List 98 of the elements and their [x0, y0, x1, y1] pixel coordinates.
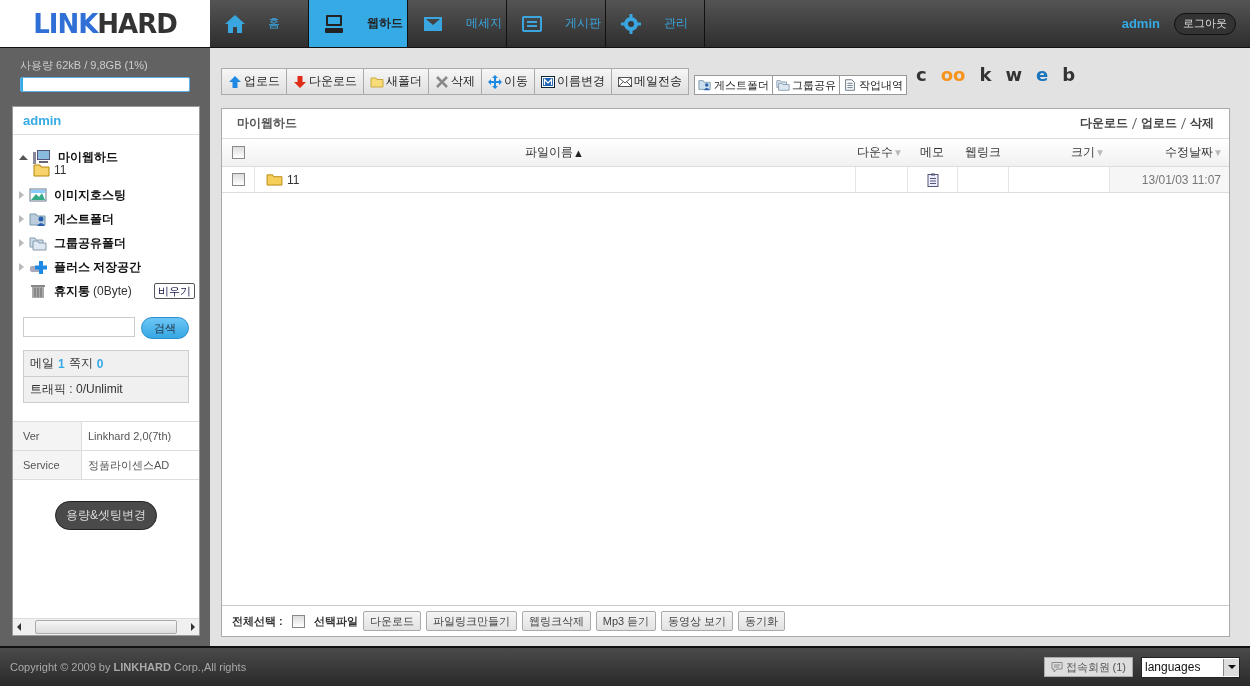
folders-icon: [776, 78, 790, 92]
note-label: 쪽지: [68, 355, 93, 372]
nav-tab[interactable]: 관리: [606, 0, 705, 47]
share-link[interactable]: b: [1062, 64, 1076, 85]
column-header[interactable]: 메모: [907, 139, 957, 166]
selected-files-label: 선택파일: [313, 613, 358, 629]
action-link[interactable]: 다운로드: [1080, 115, 1128, 132]
toolbar-button[interactable]: 이동: [482, 69, 535, 94]
row-checkbox[interactable]: [231, 173, 245, 186]
breadcrumb: 마이웹하드: [237, 115, 297, 132]
collapsed-arrow-icon[interactable]: [19, 215, 24, 223]
action-link[interactable]: 삭제: [1190, 115, 1214, 132]
logout-button[interactable]: 로그아웃: [1174, 12, 1236, 35]
usage-text: 사용량 62kB / 9,8GB (1%): [20, 58, 149, 73]
column-header[interactable]: 크기▼: [1008, 139, 1109, 166]
modified-date: 13/01/03 11:07: [1141, 172, 1221, 187]
search-button[interactable]: 검색: [141, 317, 189, 339]
m-box-icon: [541, 74, 555, 89]
tree-item[interactable]: 그룹공유폴더: [54, 234, 126, 252]
select-all-label: 전체선택 :: [232, 613, 283, 629]
toolbar-button[interactable]: 새폴더: [364, 69, 429, 94]
action-link[interactable]: 업로드: [1141, 115, 1177, 132]
settings-icon: [620, 12, 642, 35]
traffic-text: 트래픽 : 0/Unlimit: [30, 381, 123, 398]
speech-bubble-icon: [1050, 661, 1063, 673]
nav-tab[interactable]: 메세지: [408, 0, 507, 47]
trash-icon: [29, 283, 47, 299]
collapsed-arrow-icon[interactable]: [19, 191, 24, 199]
collapsed-arrow-icon[interactable]: [19, 263, 24, 271]
memo-icon[interactable]: [926, 172, 939, 187]
tree-item[interactable]: 마이웹하드: [58, 148, 118, 166]
toolbar-button[interactable]: 업로드: [222, 69, 287, 94]
action-button[interactable]: 다운로드: [362, 611, 421, 631]
info-value: 정품라이센스AD: [87, 457, 170, 473]
tree-item[interactable]: 플러스 저장공간: [54, 258, 142, 276]
horizontal-scrollbar[interactable]: [13, 618, 199, 635]
monitor-icon: [323, 12, 345, 35]
toolbar-button[interactable]: 이름변경: [535, 69, 612, 94]
column-header[interactable]: 웹링크: [957, 139, 1008, 166]
mail-label: 메일: [30, 355, 54, 372]
up-arrow-icon: [228, 74, 242, 89]
sidebar-username: admin: [13, 107, 199, 135]
toolbar-button[interactable]: 다운로드: [287, 69, 364, 94]
trash-size: (0Byte): [93, 284, 132, 298]
action-button[interactable]: 동기화: [738, 611, 786, 631]
column-header[interactable]: 파일이름▲: [254, 139, 855, 166]
folder-icon: [266, 173, 283, 186]
language-select[interactable]: languages: [1141, 656, 1240, 678]
down-arrow-icon: [293, 74, 307, 89]
tree-item[interactable]: 게스트폴더: [54, 210, 114, 228]
search-field[interactable]: [23, 317, 135, 337]
folder-icon: [33, 162, 51, 178]
action-button[interactable]: Mp3 듣기: [595, 611, 657, 631]
file-name[interactable]: 11: [287, 172, 300, 187]
empty-trash-button[interactable]: 비우기: [154, 283, 195, 299]
tree-item[interactable]: 이미지호스팅: [54, 186, 126, 204]
copyright-text: Copyright © 2009 by LINKHARD Corp.,All rights: [10, 661, 247, 673]
nav-tab[interactable]: 웹하드: [309, 0, 408, 47]
toolbar-button[interactable]: 삭제: [429, 69, 482, 94]
info-value: Linkhard 2,0(7th): [87, 429, 172, 444]
select-all-checkbox[interactable]: [231, 146, 245, 159]
column-header[interactable]: 다운수▼: [855, 139, 907, 166]
delete-icon: [435, 74, 449, 89]
collapsed-arrow-icon[interactable]: [19, 239, 24, 247]
share-link[interactable]: e: [1036, 64, 1049, 85]
action-button[interactable]: 동영상 보기: [661, 611, 734, 631]
tree-item[interactable]: 11: [54, 163, 67, 177]
action-button[interactable]: 파일링크만들기: [425, 611, 517, 631]
column-header[interactable]: 수정날짜▼: [1109, 139, 1229, 166]
group-icon: [29, 235, 47, 251]
username: admin: [1121, 16, 1160, 31]
document-icon: [843, 78, 857, 92]
share-link[interactable]: w: [1005, 64, 1023, 85]
expanded-arrow-icon[interactable]: [19, 154, 28, 160]
guest-icon: [29, 211, 47, 227]
sort-arrow[interactable]: ▲: [573, 146, 584, 159]
picture-icon: [29, 187, 47, 203]
share-link[interactable]: k: [979, 64, 992, 85]
envelope-icon: [618, 74, 632, 89]
info-label: Service: [13, 451, 82, 479]
toolbar-button[interactable]: 작업내역: [840, 76, 906, 94]
info-label: Ver: [13, 422, 82, 450]
plus-icon: [29, 259, 47, 275]
toolbar-button[interactable]: 게스트폴더: [695, 76, 773, 94]
logo[interactable]: LINKHARD: [0, 0, 210, 47]
toolbar-button[interactable]: 그룹공유: [773, 76, 840, 94]
settings-button[interactable]: 용량&셋팅변경: [55, 501, 157, 530]
computer-icon: [33, 149, 51, 165]
share-link[interactable]: c: [916, 64, 927, 85]
move-arrows-icon: [488, 74, 502, 89]
folder-icon: [370, 74, 384, 89]
online-members-button[interactable]: 접속회원 (1): [1043, 657, 1133, 677]
select-all-checkbox[interactable]: [291, 614, 305, 628]
nav-tab[interactable]: 게시판: [507, 0, 606, 47]
action-button[interactable]: 웹링크삭제: [521, 611, 591, 631]
tree-item[interactable]: 휴지통: [54, 282, 90, 300]
home-icon: [224, 12, 246, 35]
user-folder-icon: [698, 78, 712, 92]
